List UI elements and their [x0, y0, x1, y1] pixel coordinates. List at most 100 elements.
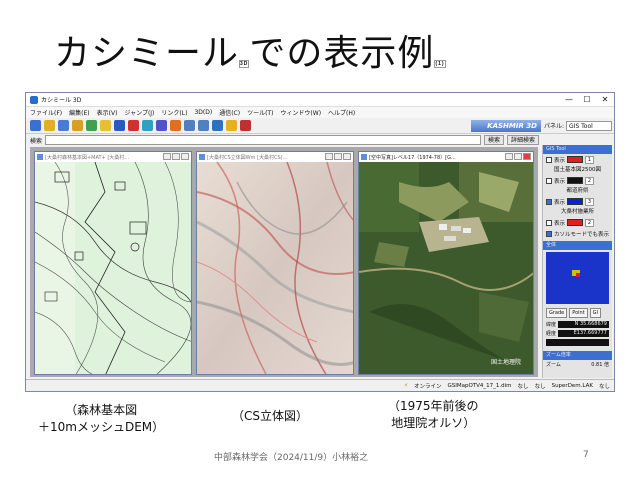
slide-footer: 中部森林学会（2024/11/9）小林裕之 — [214, 453, 369, 463]
forest-map-image — [35, 161, 191, 374]
menu-view[interactable]: 表示(V) — [97, 108, 118, 117]
layer2-checkbox[interactable] — [546, 177, 552, 184]
slide-title: カシミール3Dでの表示例(1) — [54, 24, 446, 76]
menu-bar: ファイル(F) 編集(E) 表示(V) ジャンプ(J) リンク(L) 3D(D)… — [26, 107, 614, 118]
layer1-width[interactable]: 1 — [585, 155, 595, 164]
search-input[interactable] — [45, 135, 482, 145]
menu-help[interactable]: ヘルプ(H) — [328, 108, 355, 117]
cursor-mode-checkbox[interactable] — [546, 230, 552, 237]
child-min-button[interactable] — [163, 153, 171, 160]
group2-label: 都道府県 — [566, 188, 589, 194]
advanced-search-button[interactable]: 詳細検索 — [507, 135, 540, 145]
app-title: カシミール 3D — [41, 97, 82, 104]
app-titlebar: カシミール 3D — ☐ ✕ — [26, 93, 614, 107]
route-icon[interactable] — [142, 120, 153, 131]
gi-button[interactable]: GI — [589, 308, 602, 318]
search-button[interactable]: 検索 — [484, 135, 505, 145]
spacer-bar — [543, 338, 612, 347]
layer1-color-swatch[interactable] — [567, 156, 584, 163]
child-window-controls — [325, 153, 351, 160]
latitude-row: 緯度 N 35.668679 — [543, 320, 612, 329]
panel-select[interactable]: GIS Tool — [566, 120, 612, 131]
map-window-cs[interactable]: [大桑村CS立体図Wm [大桑村CS(... — [196, 151, 354, 375]
layer-row-2: 表示 2 — [543, 175, 612, 186]
lightning-icon: ⚡ — [404, 382, 408, 389]
gis-tool-panel: GIS Tool 表示 1 国土基本図2500図 表示 2 都道府県 表示 3 — [542, 145, 612, 378]
menu-edit[interactable]: 編集(E) — [69, 108, 89, 117]
menu-window[interactable]: ウィンドウ(W) — [280, 108, 321, 117]
sun-icon[interactable] — [100, 120, 111, 131]
minimap[interactable] — [546, 252, 609, 304]
layer2-width[interactable]: 2 — [585, 176, 595, 185]
longitude-label: 経度 — [546, 331, 557, 337]
cs-map-view[interactable] — [197, 161, 353, 374]
measure-icon[interactable] — [198, 120, 209, 131]
search-bar: 検索 検索 詳細検索 — [26, 134, 614, 146]
child-close-button[interactable] — [343, 153, 351, 160]
flag-icon[interactable] — [128, 120, 139, 131]
menu-jump[interactable]: ジャンプ(J) — [124, 108, 154, 117]
child-window-controls — [505, 153, 531, 160]
layer1-checkbox[interactable] — [546, 156, 552, 163]
child-max-button[interactable] — [514, 153, 522, 160]
status-bar: ⚡ オンライン GSIMapOTV4_17_1.dim なし なし SuperD… — [26, 379, 614, 391]
title-num-2: (1) — [434, 60, 446, 68]
map-window-forest[interactable]: [大桑村森林基本図+MAT+ [大桑村... — [34, 151, 192, 375]
layer2-color-swatch[interactable] — [567, 177, 584, 184]
caption-cs: （CS立体図） — [232, 408, 308, 425]
minimize-button[interactable]: — — [560, 95, 578, 104]
map-window-title-text: [大桑村CS立体図Wm [大桑村CS(... — [207, 154, 288, 161]
layer-row-3: 表示 3 — [543, 196, 612, 207]
map-icon[interactable] — [86, 120, 97, 131]
longitude-row: 経度 E137.669777 — [543, 329, 612, 338]
cursor-mode-label: カソルモードでも表示 — [554, 231, 610, 238]
mountain-icon[interactable] — [58, 120, 69, 131]
mdi-area: [大桑村森林基本図+MAT+ [大桑村... [大桑村CS立体図Wm [大桑村C… — [30, 147, 538, 377]
child-close-button[interactable] — [523, 153, 531, 160]
child-close-button[interactable] — [181, 153, 189, 160]
maximize-button[interactable]: ☐ — [578, 95, 596, 104]
map-window-ortho[interactable]: [空中写真]レベル17（1974-78）[G... 国土地理院 — [358, 151, 534, 375]
layer3-checkbox[interactable] — [546, 198, 552, 205]
exit-icon[interactable] — [240, 120, 251, 131]
line-tool-icon[interactable] — [184, 120, 195, 131]
layer3-width[interactable]: 3 — [585, 197, 595, 206]
ortho-map-view[interactable]: 国土地理院 — [359, 162, 533, 374]
map-window-title: [空中写真]レベル17（1974-78）[G... — [359, 152, 533, 162]
zoom-tool-icon[interactable] — [30, 120, 41, 131]
track-icon[interactable] — [156, 120, 167, 131]
forest-map-view[interactable] — [35, 161, 191, 374]
longitude-value: E137.669777 — [558, 330, 609, 337]
child-max-button[interactable] — [334, 153, 342, 160]
help-icon[interactable] — [226, 120, 237, 131]
kashmir-brand-logo: KASHMIR 3D — [471, 119, 541, 132]
caption-ortho: （1975年前後の 地理院オルソ） — [388, 398, 479, 432]
grade-button[interactable]: Grade — [546, 308, 568, 318]
marker-icon[interactable] — [170, 120, 181, 131]
layer-icon[interactable] — [72, 120, 83, 131]
menu-file[interactable]: ファイル(F) — [30, 108, 62, 117]
menu-comm[interactable]: 通信(C) — [219, 108, 240, 117]
toolbar: KASHMIR 3D パネル: GIS Tool — [26, 118, 614, 134]
child-min-button[interactable] — [325, 153, 333, 160]
binoculars-icon[interactable] — [114, 120, 125, 131]
menu-3d[interactable]: 3D(D) — [194, 109, 212, 116]
layer-row-4: 表示 2 — [543, 217, 612, 228]
child-min-button[interactable] — [505, 153, 513, 160]
menu-tools[interactable]: ツール(T) — [247, 108, 273, 117]
child-max-button[interactable] — [172, 153, 180, 160]
gsi-credit-label: 国土地理院 — [490, 359, 521, 366]
layer4-width[interactable]: 2 — [585, 218, 595, 227]
group3-label: 大桑村施業所 — [560, 209, 594, 215]
zoom-row: ズーム 0.81 倍 — [543, 360, 612, 369]
close-button[interactable]: ✕ — [596, 95, 614, 104]
folder-icon[interactable] — [44, 120, 55, 131]
title-text-1: カシミール — [54, 33, 240, 74]
menu-link[interactable]: リンク(L) — [161, 108, 187, 117]
layer4-checkbox[interactable] — [546, 219, 552, 226]
point-button[interactable]: Point — [569, 308, 588, 318]
print-icon[interactable] — [212, 120, 223, 131]
minimap-marker — [572, 270, 580, 277]
layer3-color-swatch[interactable] — [567, 198, 584, 205]
layer4-color-swatch[interactable] — [567, 219, 584, 226]
